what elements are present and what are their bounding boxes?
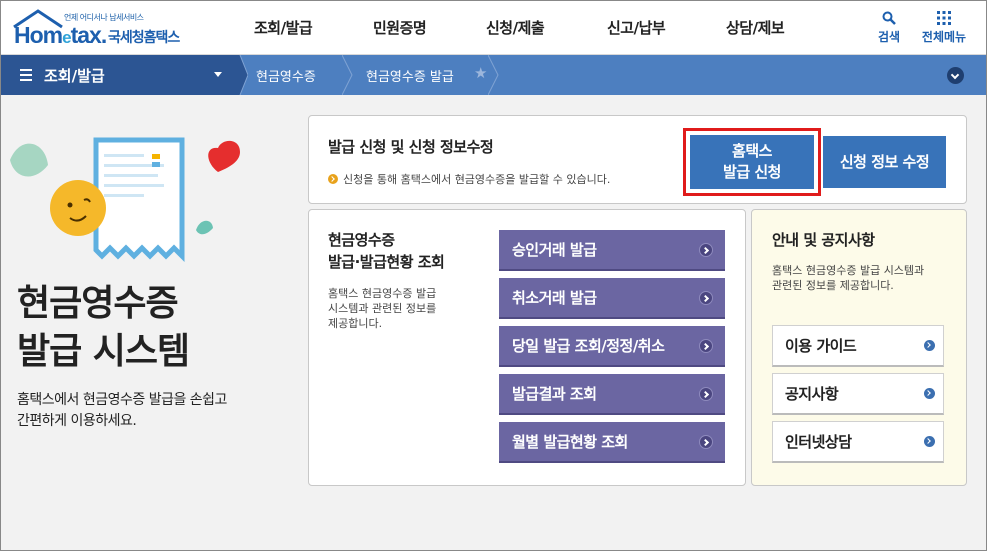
cancel-issue-label: 취소거래 발급 [512,289,597,307]
menu-dropdown[interactable]: 조회/발급 [0,55,240,95]
search-label: 검색 [877,30,901,44]
issue-status-title-line2: 발급·발급현황 조회 [328,253,445,271]
issue-status-desc-line3: 제공합니다. [328,317,383,330]
expand-location-icon[interactable] [947,67,964,84]
highlight-frame [683,128,821,196]
arrow-right-icon [699,339,713,353]
arrow-right-icon [924,436,935,447]
grid-icon [918,8,970,28]
breadcrumb-separator-icon [342,55,353,95]
breadcrumb-separator-icon [488,55,499,95]
notice-desc-line2: 관련된 정보를 제공합니다. [772,279,894,292]
monthly-status-button[interactable]: 월별 발급현황 조회 [499,422,725,463]
gnb-item-certificate[interactable]: 민원증명 [373,0,427,55]
favorite-star-icon[interactable]: ★ [474,64,487,82]
page-description-line1: 홈택스에서 현금영수증 발급을 손쉽고 [17,392,227,408]
user-guide-button[interactable]: 이용 가이드 [772,325,944,367]
gnb-item-report[interactable]: 신고/납부 [607,0,666,55]
notice-title: 안내 및 공지사항 [772,231,875,249]
issue-status-desc-line2: 시스템과 관련된 정보를 [328,302,437,315]
breadcrumb-cash-receipt-issue[interactable]: 현금영수증 발급 [366,66,454,85]
page-description: 홈택스에서 현금영수증 발급을 손쉽고 간편하게 이용하세요. [17,390,227,432]
location-bar: 조회/발급 현금영수증 현금영수증 발급 ★ [0,55,987,95]
breadcrumb-separator-icon [234,55,248,95]
issue-apply-note-text: 신청을 통해 홈택스에서 현금영수증을 발급할 수 있습니다. [343,173,611,186]
approval-issue-button[interactable]: 승인거래 발급 [499,230,725,271]
menu-dropdown-label: 조회/발급 [44,67,105,85]
page-title: 현금영수증 발급 시스템 [17,280,190,376]
issue-status-description: 홈택스 현금영수증 발급 시스템과 관련된 정보를 제공합니다. [328,286,436,331]
notices-button[interactable]: 공지사항 [772,373,944,415]
same-day-inquiry-button[interactable]: 당일 발급 조회/정정/취소 [499,326,725,367]
all-menu-label: 전체메뉴 [921,30,967,44]
all-menu-button[interactable]: 전체메뉴 [918,8,970,45]
issue-result-label: 발급결과 조회 [512,385,597,403]
hometax-logo[interactable]: 언제 어디서나 납세서비스 Hometax. 국세청홈택스 [8,6,193,50]
info-bullet-icon [328,174,338,184]
same-day-inquiry-label: 당일 발급 조회/정정/취소 [512,337,665,355]
internet-consult-label: 인터넷상담 [785,433,852,451]
logo-part-e: e [62,28,72,47]
breadcrumb-cash-receipt[interactable]: 현금영수증 [256,66,316,85]
issue-result-button[interactable]: 발급결과 조회 [499,374,725,415]
logo-part: Hom [14,22,63,48]
arrow-right-icon [699,387,713,401]
approval-issue-label: 승인거래 발급 [512,241,597,259]
page-description-line2: 간편하게 이용하세요. [17,413,137,429]
page-title-line2: 발급 시스템 [17,331,190,372]
hamburger-icon [20,69,32,84]
notice-description: 홈택스 현금영수증 발급 시스템과 관련된 정보를 제공합니다. [772,263,924,293]
arrow-right-icon [924,340,935,351]
logo-part: tax. [70,22,108,48]
receipt-illustration [10,137,240,263]
issue-status-title: 현금영수증 발급·발급현황 조회 [328,229,445,273]
caret-down-icon [214,72,222,77]
internet-consult-button[interactable]: 인터넷상담 [772,421,944,463]
cancel-issue-button[interactable]: 취소거래 발급 [499,278,725,319]
issue-status-desc-line1: 홈택스 현금영수증 발급 [328,287,437,300]
gnb-item-apply[interactable]: 신청/제출 [486,0,545,55]
issue-apply-note: 신청을 통해 홈택스에서 현금영수증을 발급할 수 있습니다. [328,171,610,187]
issue-apply-title: 발급 신청 및 신청 정보수정 [328,138,494,156]
arrow-right-icon [699,243,713,257]
search-icon [864,8,914,28]
logo-korean: 국세청홈택스 [108,30,180,46]
page-title-line1: 현금영수증 [17,283,179,324]
notice-desc-line1: 홈택스 현금영수증 발급 시스템과 [772,264,925,277]
top-header: 언제 어디서나 납세서비스 Hometax. 국세청홈택스 조회/발급 민원증명… [0,0,987,55]
arrow-right-icon [924,388,935,399]
arrow-right-icon [699,435,713,449]
issue-status-title-line1: 현금영수증 [328,231,395,249]
monthly-status-label: 월별 발급현황 조회 [512,433,628,451]
search-button[interactable]: 검색 [864,8,914,45]
arrow-right-icon [699,291,713,305]
gnb-item-consult[interactable]: 상담/제보 [726,0,785,55]
logo-wordmark: Hometax. [14,22,108,49]
modify-info-button[interactable]: 신청 정보 수정 [823,136,946,188]
notices-label: 공지사항 [785,385,839,403]
user-guide-label: 이용 가이드 [785,337,857,355]
gnb-item-inquiry[interactable]: 조회/발급 [254,0,313,55]
